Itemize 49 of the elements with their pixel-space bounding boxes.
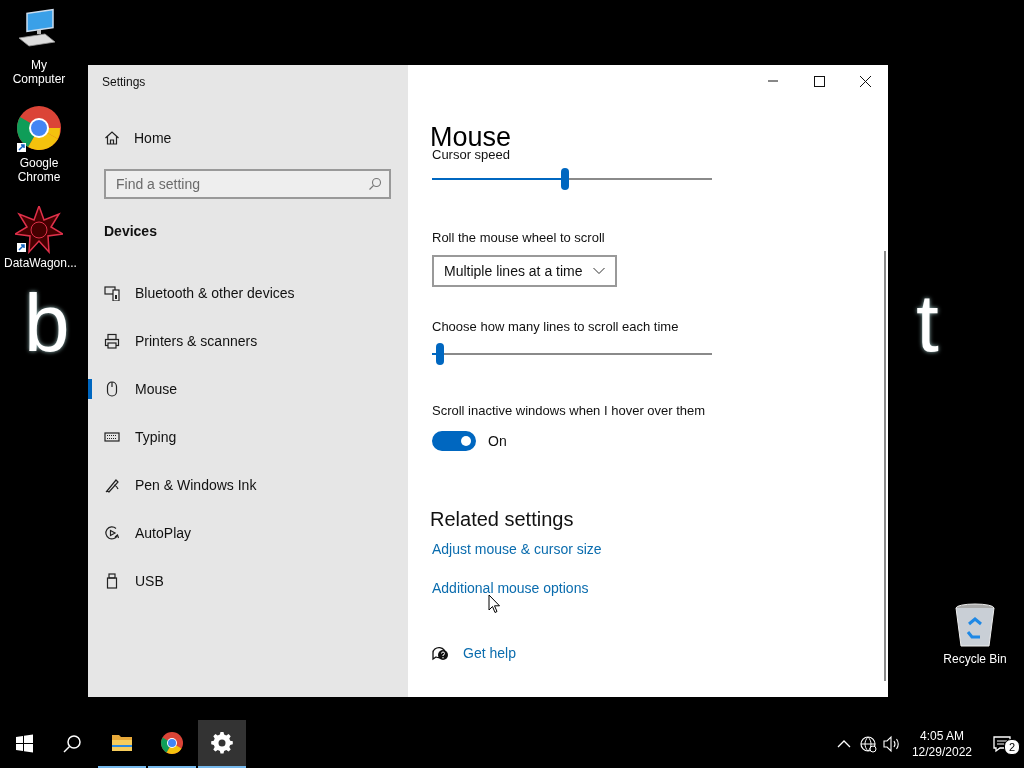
printer-icon: [104, 333, 120, 349]
slider-thumb[interactable]: [561, 168, 569, 190]
chrome-icon[interactable]: [15, 106, 63, 154]
clock[interactable]: 4:05 AM 12/29/2022: [903, 720, 980, 768]
mouse-pointer-icon: [488, 594, 501, 614]
home-icon: [104, 130, 120, 146]
toggle-state-label: On: [488, 433, 507, 449]
setting-label: Cursor speed: [432, 147, 511, 163]
chevron-down-icon: [593, 267, 605, 275]
desktop-icon-label[interactable]: DataWagon...: [4, 256, 74, 270]
desktop-icon-label[interactable]: Recycle Bin: [940, 652, 1010, 666]
home-link[interactable]: Home: [104, 127, 408, 149]
sidebar-item[interactable]: Pen & Windows Ink: [88, 461, 408, 509]
sidebar-item[interactable]: AutoPlay: [88, 509, 408, 557]
notification-badge: 2: [1004, 739, 1020, 755]
search-icon: [368, 177, 382, 191]
slider[interactable]: [432, 343, 712, 365]
star-emblem-icon[interactable]: [15, 206, 63, 254]
slider-thumb[interactable]: [436, 343, 445, 365]
desktop-icon-label[interactable]: Google Chrome: [14, 156, 64, 184]
keyboard-icon: [104, 429, 120, 445]
devices-icon: [104, 285, 120, 301]
mouse-icon: [104, 381, 120, 397]
setting-label: Choose how many lines to scroll each time: [432, 319, 679, 335]
window-title: Settings: [102, 75, 147, 89]
section-heading: Devices: [104, 223, 158, 241]
scroll-bar[interactable]: [884, 251, 886, 681]
wallpaper-text: t: [916, 282, 939, 364]
taskbar-button[interactable]: [198, 720, 246, 768]
usb-icon: [104, 573, 120, 589]
help-link[interactable]: Get help: [463, 645, 516, 661]
link[interactable]: Adjust mouse & cursor size: [432, 539, 602, 559]
autoplay-icon: [104, 525, 120, 541]
sidebar-item[interactable]: USB: [88, 557, 408, 605]
sidebar-item[interactable]: Printers & scanners: [88, 317, 408, 365]
desktop-icon-label[interactable]: My Computer: [4, 58, 74, 86]
dropdown[interactable]: Multiple lines at a time: [432, 255, 617, 287]
setting-label: Roll the mouse wheel to scroll: [432, 230, 605, 246]
link[interactable]: Additional mouse options: [432, 578, 589, 598]
sidebar-item[interactable]: Typing: [88, 413, 408, 461]
slider[interactable]: [432, 168, 712, 190]
search-field[interactable]: Find a setting: [104, 169, 391, 199]
pen-icon: [104, 477, 120, 493]
wallpaper-text: b: [24, 282, 70, 364]
setting-label: Scroll inactive windows when I hover over them: [432, 403, 706, 419]
chat-help-icon: [431, 644, 449, 662]
section-heading: Related settings: [430, 507, 574, 531]
toggle-switch[interactable]: [432, 431, 476, 451]
sidebar-item[interactable]: Bluetooth & other devices: [88, 269, 408, 317]
